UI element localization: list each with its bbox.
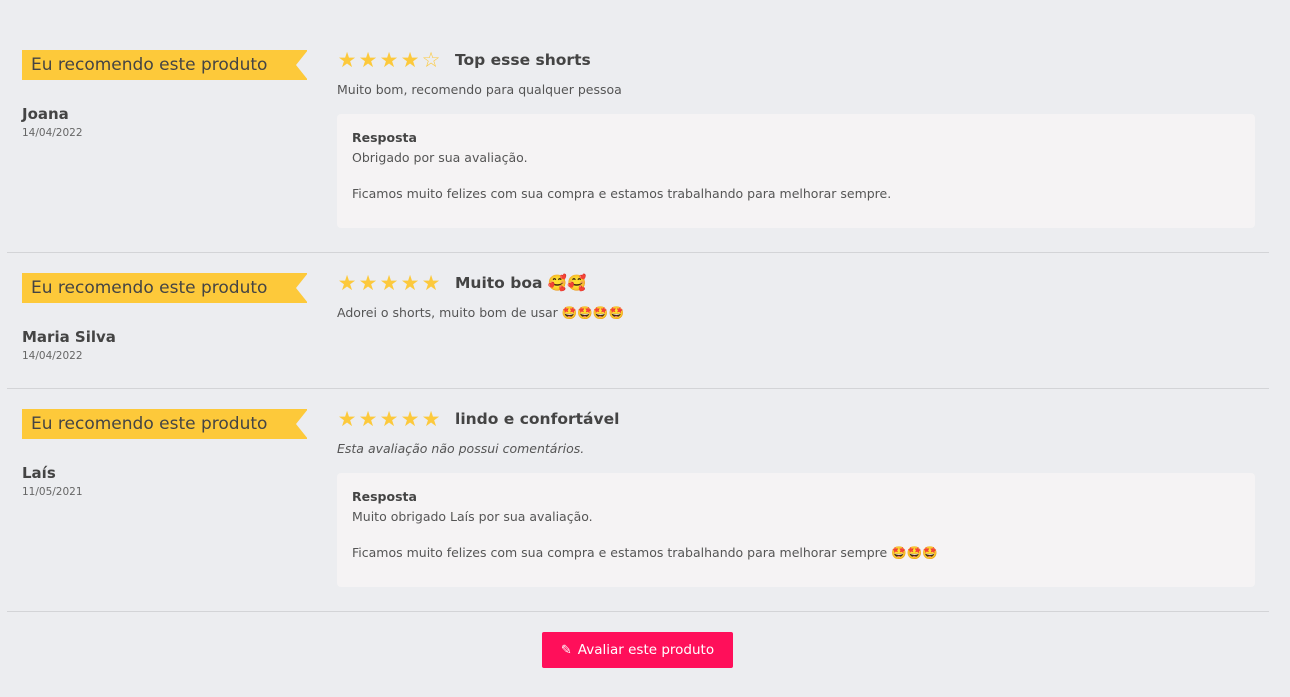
recommend-badge: Eu recomendo este produto <box>22 50 308 80</box>
review-item: Eu recomendo este produto Maria Silva 14… <box>7 253 1269 389</box>
review-headline: ★ ★ ★ ★ ☆ Top esse shorts <box>337 48 1255 72</box>
review-title: Muito boa 🥰🥰 <box>455 274 587 292</box>
star-filled-icon: ★ <box>379 47 399 72</box>
star-filled-icon: ★ <box>337 270 357 295</box>
review-author: Laís <box>22 464 56 482</box>
store-reply: Resposta Obrigado por sua avaliação. Fic… <box>337 114 1255 228</box>
review-author: Maria Silva <box>22 328 116 346</box>
rating-stars: ★ ★ ★ ★ ★ <box>337 270 441 295</box>
rate-product-button[interactable]: ✎ Avaliar este produto <box>542 632 733 668</box>
store-reply: Resposta Muito obrigado Laís por sua ava… <box>337 473 1255 587</box>
review-content: ★ ★ ★ ★ ☆ Top esse shorts Muito bom, rec… <box>337 48 1255 228</box>
review-date: 14/04/2022 <box>22 350 83 362</box>
review-author: Joana <box>22 105 69 123</box>
review-body: Esta avaliação não possui comentários. <box>337 441 585 456</box>
review-date: 14/04/2022 <box>22 127 83 139</box>
review-body: Muito bom, recomendo para qualquer pesso… <box>337 82 622 97</box>
star-empty-icon: ☆ <box>421 47 441 72</box>
review-item: Eu recomendo este produto Joana 14/04/20… <box>7 32 1269 253</box>
review-meta: Eu recomendo este produto Joana 14/04/20… <box>22 50 312 139</box>
rating-stars: ★ ★ ★ ★ ☆ <box>337 47 441 72</box>
rating-stars: ★ ★ ★ ★ ★ <box>337 406 441 431</box>
star-filled-icon: ★ <box>337 47 357 72</box>
star-filled-icon: ★ <box>421 270 441 295</box>
recommend-badge: Eu recomendo este produto <box>22 409 308 439</box>
rate-product-label: Avaliar este produto <box>577 642 715 658</box>
reply-text: Ficamos muito felizes com sua compra e e… <box>352 186 892 201</box>
reply-label: Resposta <box>352 130 417 145</box>
star-filled-icon: ★ <box>400 270 420 295</box>
review-date: 11/05/2021 <box>22 486 83 498</box>
review-meta: Eu recomendo este produto Laís 11/05/202… <box>22 409 312 498</box>
star-filled-icon: ★ <box>379 270 399 295</box>
star-filled-icon: ★ <box>358 47 378 72</box>
star-filled-icon: ★ <box>379 406 399 431</box>
review-title: lindo e confortável <box>455 410 620 428</box>
review-body: Adorei o shorts, muito bom de usar 🤩🤩🤩🤩 <box>337 305 625 320</box>
review-meta: Eu recomendo este produto Maria Silva 14… <box>22 273 312 362</box>
review-content: ★ ★ ★ ★ ★ lindo e confortável Esta avali… <box>337 407 1255 587</box>
reply-text: Obrigado por sua avaliação. <box>352 150 528 165</box>
review-content: ★ ★ ★ ★ ★ Muito boa 🥰🥰 Adorei o shorts, … <box>337 271 1255 321</box>
reply-text: Muito obrigado Laís por sua avaliação. <box>352 509 593 524</box>
recommend-badge: Eu recomendo este produto <box>22 273 308 303</box>
star-filled-icon: ★ <box>358 270 378 295</box>
review-item: Eu recomendo este produto Laís 11/05/202… <box>7 389 1269 612</box>
star-filled-icon: ★ <box>400 406 420 431</box>
reply-label: Resposta <box>352 489 417 504</box>
review-title: Top esse shorts <box>455 51 591 69</box>
star-filled-icon: ★ <box>400 47 420 72</box>
star-filled-icon: ★ <box>421 406 441 431</box>
review-headline: ★ ★ ★ ★ ★ Muito boa 🥰🥰 <box>337 271 1255 295</box>
star-filled-icon: ★ <box>337 406 357 431</box>
edit-icon: ✎ <box>560 642 572 658</box>
reply-text: Ficamos muito felizes com sua compra e e… <box>352 545 938 560</box>
review-headline: ★ ★ ★ ★ ★ lindo e confortável <box>337 407 1255 431</box>
star-filled-icon: ★ <box>358 406 378 431</box>
